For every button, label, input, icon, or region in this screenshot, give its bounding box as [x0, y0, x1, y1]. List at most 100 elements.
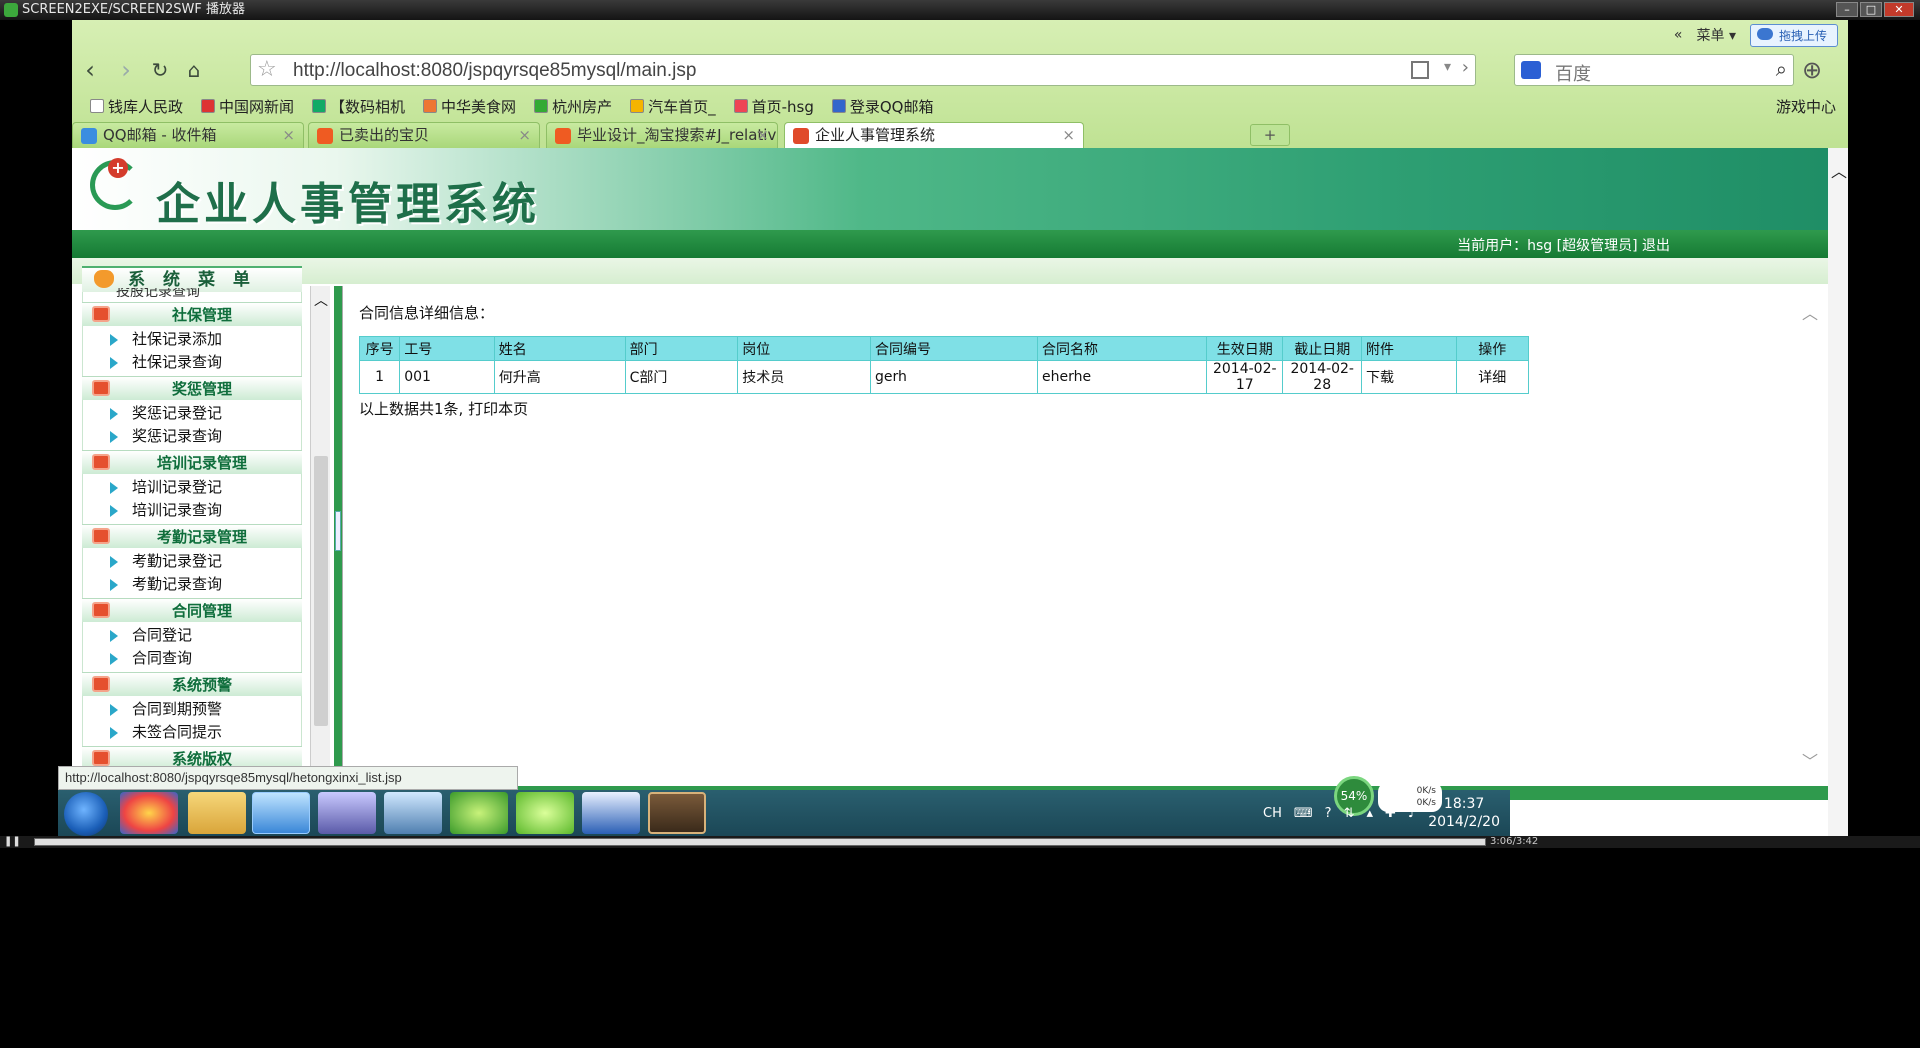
sidebar-item[interactable]: 社保记录查询	[82, 351, 302, 375]
tab-close-icon[interactable]: ×	[518, 123, 531, 147]
sidebar-group-header[interactable]: 奖惩管理	[82, 376, 302, 400]
bookmark-item[interactable]: 首页-hsg	[733, 96, 814, 117]
player-window-controls: – □ ✕	[1836, 2, 1914, 17]
bookmark-label: 首页-hsg	[751, 97, 814, 116]
chevron-up-icon[interactable]: ︿	[1802, 300, 1818, 324]
tab-close-icon[interactable]: ×	[756, 123, 769, 147]
close-button[interactable]: ✕	[1884, 2, 1914, 17]
files-icon[interactable]	[384, 792, 442, 834]
bookmark-item[interactable]: 登录QQ邮箱	[831, 96, 933, 117]
sidebar-group-header[interactable]: 系统预警	[82, 672, 302, 696]
network-icon[interactable]: ⇅	[1344, 806, 1355, 821]
browser-tab[interactable]: 毕业设计_淘宝搜索#J_relative#J×	[546, 122, 778, 148]
home-icon[interactable]: ⌂	[180, 56, 208, 84]
tab-close-icon[interactable]: ×	[1062, 123, 1075, 147]
browser-tab[interactable]: 已卖出的宝贝 ×	[308, 122, 540, 148]
browser-menu[interactable]: 菜单 ▾	[1697, 25, 1736, 45]
keyboard-icon[interactable]: ⌨	[1294, 806, 1313, 821]
table-cell: eherhe	[1037, 360, 1208, 394]
splitter-grip[interactable]	[335, 511, 341, 551]
bookmark-item[interactable]: 【数码相机	[312, 96, 405, 117]
search-engine-icon[interactable]	[1521, 61, 1541, 79]
bookmark-item[interactable]: 杭州房产	[534, 96, 612, 117]
sidebar-item[interactable]: 考勤记录查询	[82, 573, 302, 597]
sidebar-item[interactable]: 培训记录查询	[82, 499, 302, 523]
security-icon[interactable]: ✚	[1385, 806, 1396, 821]
folder-icon[interactable]	[188, 792, 246, 834]
sidebar-item[interactable]: 培训记录登记	[82, 476, 302, 500]
sidebar-item-label: 考勤记录查询	[132, 575, 223, 593]
player-progress-bar[interactable]	[34, 838, 1486, 846]
maximize-button[interactable]: □	[1860, 2, 1882, 17]
sidebar-item[interactable]: 考勤记录登记	[82, 550, 302, 574]
address-bar[interactable]: ☆ http://localhost:8080/jspqyrsqe85mysql…	[250, 54, 1476, 86]
sidebar-scrollbar[interactable]: ︿ ﹀	[310, 286, 330, 786]
sidebar-item[interactable]: 奖惩记录查询	[82, 425, 302, 449]
sidebar-item[interactable]: 社保记录添加	[82, 328, 302, 352]
tab-favicon-icon	[555, 128, 571, 144]
chevron-up-icon[interactable]: ︿	[314, 290, 328, 310]
download-link[interactable]: 下载	[1360, 360, 1457, 394]
new-tab-button[interactable]: +	[1250, 124, 1290, 146]
volume-icon[interactable]: ♪	[1408, 806, 1416, 821]
bookmark-item[interactable]: 钱库人民政	[90, 96, 183, 117]
music-icon[interactable]	[516, 792, 574, 834]
qr-code-icon[interactable]	[1411, 61, 1429, 79]
sidebar-group-header[interactable]: 培训记录管理	[82, 450, 302, 474]
download-icon[interactable]: ⊕	[1802, 56, 1822, 84]
eclipse-icon[interactable]	[318, 792, 376, 834]
chevron-up-icon[interactable]: ︿	[1831, 158, 1847, 182]
detail-link[interactable]: 详细	[1455, 360, 1530, 394]
search-icon[interactable]: ⌕	[1776, 57, 1787, 81]
collapse-icon[interactable]: «	[1674, 27, 1683, 43]
refresh-icon[interactable]: ↻	[146, 56, 174, 84]
sidebar-item[interactable]: 未签合同提示	[82, 721, 302, 745]
page-scrollbar[interactable]: ︿ ﹀	[1828, 148, 1848, 956]
clock[interactable]: 18:37 2014/2/20	[1428, 795, 1500, 831]
ime-indicator[interactable]: CH	[1263, 806, 1282, 821]
minimize-button[interactable]: –	[1836, 2, 1858, 17]
tray-expand-icon[interactable]: ▴	[1366, 806, 1373, 821]
browser-tab[interactable]: 企业人事管理系统 ×	[784, 122, 1084, 148]
scrollbar-thumb[interactable]	[314, 456, 328, 726]
chevron-down-icon[interactable]: ▾	[1444, 59, 1451, 75]
table-header-cell: 合同名称	[1037, 336, 1208, 361]
sidebar-group-header[interactable]: 合同管理	[82, 598, 302, 622]
table-header-cell: 截止日期	[1282, 336, 1362, 361]
sidebar-item[interactable]: 合同查询	[82, 647, 302, 671]
tab-close-icon[interactable]: ×	[282, 123, 295, 147]
bookmark-item[interactable]: 中国网新闻	[201, 96, 294, 117]
current-user-info[interactable]: 当前用户：hsg [超级管理员] 退出	[1457, 235, 1670, 255]
pause-icon[interactable]: ❚❚	[4, 836, 21, 847]
summary-text[interactable]: 以上数据共1条, 打印本页	[359, 398, 528, 419]
sidebar-item-cutoff[interactable]: 投股记录查询	[116, 288, 200, 298]
back-icon[interactable]: ‹	[76, 56, 104, 84]
sidebar-item[interactable]: 奖惩记录登记	[82, 402, 302, 426]
address-url[interactable]: http://localhost:8080/jspqyrsqe85mysql/m…	[293, 60, 696, 82]
taskbar-app-icon[interactable]	[120, 792, 178, 834]
arrow-right-icon	[110, 653, 118, 665]
upload-button[interactable]: 拖拽上传	[1749, 23, 1838, 47]
chevron-down-icon[interactable]: ﹀	[1802, 748, 1818, 772]
word-icon[interactable]	[582, 792, 640, 834]
go-icon[interactable]: ›	[1462, 57, 1469, 78]
sidebar-item[interactable]: 合同到期预警	[82, 698, 302, 722]
forward-icon[interactable]: ›	[112, 56, 140, 84]
search-bar[interactable]: 百度 ⌕	[1514, 54, 1794, 86]
bookmark-games[interactable]: 游戏中心	[1776, 96, 1836, 117]
sidebar-group-header[interactable]: 考勤记录管理	[82, 524, 302, 548]
bookmark-star-icon[interactable]: ☆	[257, 58, 277, 82]
bookmark-icon	[733, 99, 748, 113]
search-input[interactable]: 百度	[1555, 60, 1591, 86]
green-app-icon[interactable]	[450, 792, 508, 834]
bookmark-item[interactable]: 中华美食网	[423, 96, 516, 117]
browser-tab[interactable]: QQ邮箱 - 收件箱 ×	[72, 122, 304, 148]
sidebar-group-header[interactable]: 社保管理	[82, 302, 302, 326]
sidebar-item[interactable]: 合同登记	[82, 624, 302, 648]
frame-splitter[interactable]	[334, 286, 342, 786]
start-button[interactable]	[64, 792, 108, 836]
bookmark-item[interactable]: 汽车首页_	[630, 96, 716, 117]
browser-taskbar-icon[interactable]	[252, 792, 310, 834]
help-icon[interactable]: ?	[1325, 806, 1332, 821]
capture-app-icon[interactable]	[648, 792, 706, 834]
